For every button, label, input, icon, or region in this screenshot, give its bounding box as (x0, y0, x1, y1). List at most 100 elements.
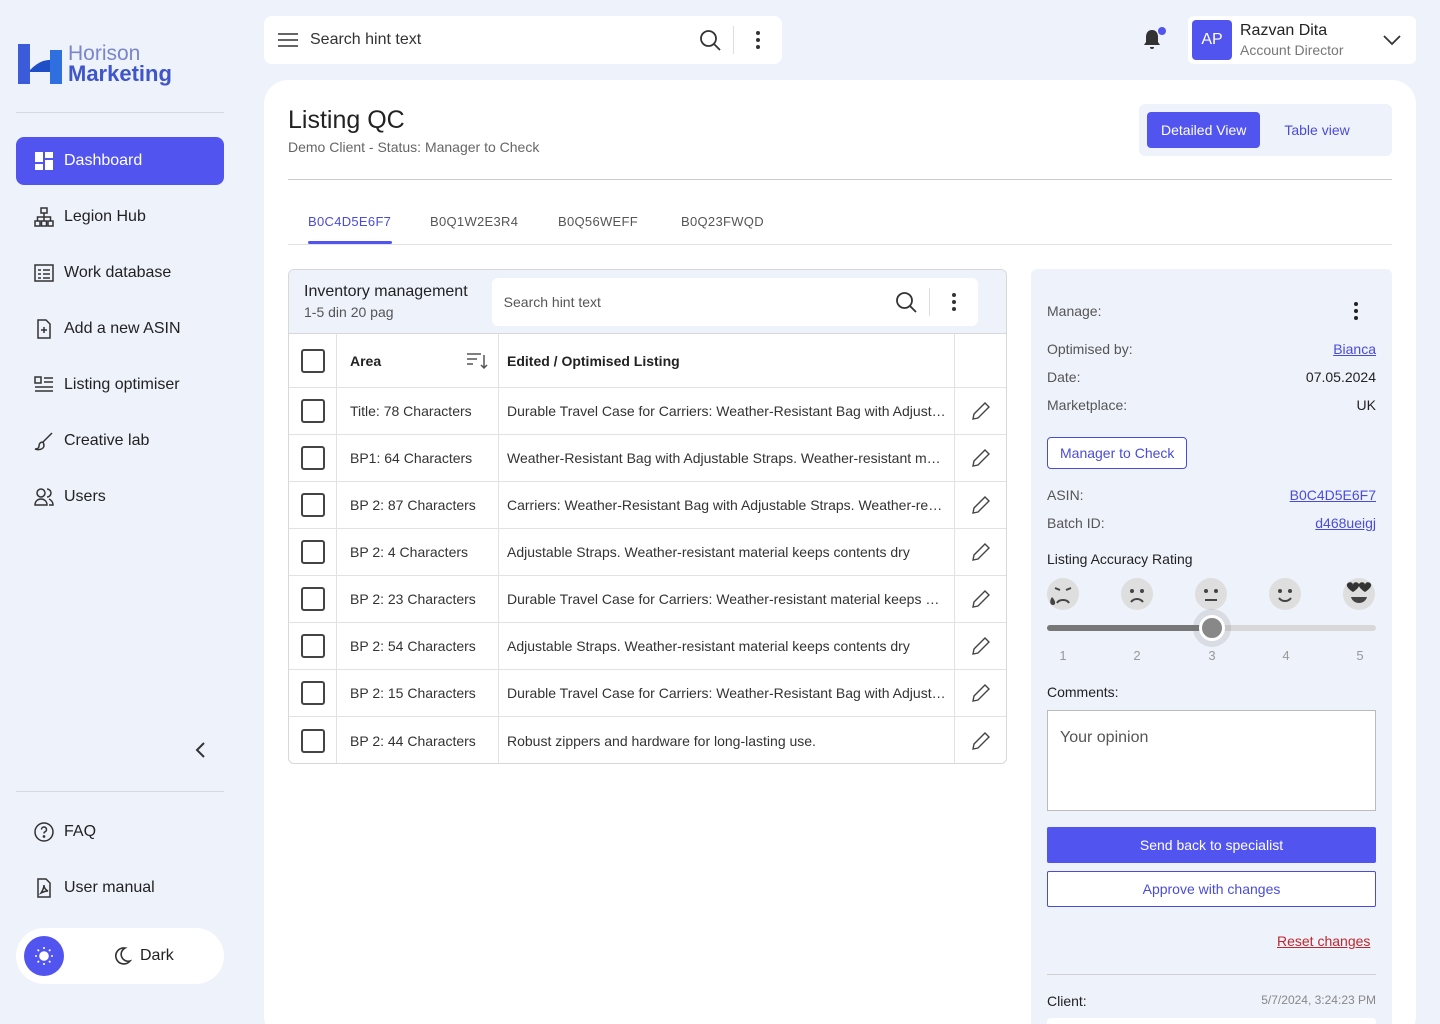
marketplace-label: Marketplace: (1047, 397, 1128, 413)
user-menu[interactable]: AP Razvan Dita Account Director (1188, 16, 1416, 64)
table-search-input[interactable]: Search hint text (504, 294, 895, 310)
sidebar-item-dashboard[interactable]: Dashboard (16, 137, 224, 185)
brand-logo[interactable]: Horison Marketing (16, 40, 172, 88)
tab-asin-3[interactable]: B0Q56WEFF (558, 214, 638, 229)
sidebar-item-faq[interactable]: FAQ (16, 808, 224, 856)
row-checkbox[interactable] (300, 587, 325, 611)
edit-button[interactable] (955, 388, 1006, 434)
sun-icon (35, 947, 53, 965)
sidebar-item-listing-optimiser[interactable]: Listing optimiser (16, 361, 224, 409)
collapse-sidebar-button[interactable] (188, 738, 212, 762)
client-timestamp: 5/7/2024, 3:24:23 PM (1261, 993, 1376, 1007)
row-checkbox[interactable] (300, 399, 325, 423)
notifications-button[interactable] (1140, 26, 1168, 52)
search-divider (928, 287, 930, 316)
rating-slider-handle[interactable] (1199, 615, 1225, 641)
sidebar-item-users[interactable]: Users (16, 473, 224, 521)
sidebar-item-label: User manual (64, 879, 155, 896)
face-heart-eyes-icon[interactable] (1342, 577, 1376, 611)
status-badge[interactable]: Manager to Check (1047, 437, 1188, 469)
pdf-icon (34, 878, 54, 898)
sidebar-item-user-manual[interactable]: User manual (16, 864, 224, 912)
comments-label: Comments: (1047, 684, 1119, 700)
detailed-view-button[interactable]: Detailed View (1147, 112, 1261, 148)
tab-asin-4[interactable]: B0Q23FWQD (681, 214, 764, 229)
sidebar-item-label: Add a new ASIN (64, 320, 181, 337)
send-back-button[interactable]: Send back to specialist (1047, 827, 1376, 863)
row-area: Title: 78 Characters (337, 388, 499, 434)
face-sad-icon[interactable] (1120, 577, 1154, 611)
sidebar-item-label: Users (64, 488, 106, 505)
search-divider (733, 26, 734, 54)
edit-button[interactable] (955, 435, 1006, 481)
table-view-button[interactable]: Table view (1270, 112, 1363, 148)
pencil-icon (971, 637, 990, 655)
table-row: Title: 78 Characters Durable Travel Case… (289, 388, 1006, 435)
sidebar-item-label: Dashboard (64, 152, 143, 169)
global-search-bar[interactable]: Search hint text (264, 16, 782, 64)
logo-mark-icon (18, 44, 62, 84)
edit-button[interactable] (955, 482, 1006, 528)
sidebar-item-label: Creative lab (64, 432, 150, 449)
help-icon (34, 822, 54, 842)
tab-asin-1[interactable]: B0C4D5E6F7 (308, 214, 391, 229)
dark-mode-button[interactable]: Dark (112, 946, 174, 966)
edit-button[interactable] (955, 670, 1006, 716)
search-icon[interactable] (895, 291, 917, 313)
row-checkbox[interactable] (300, 446, 325, 470)
global-search-input[interactable]: Search hint text (310, 31, 699, 49)
table-row: BP 2: 23 Characters Durable Travel Case … (289, 576, 1006, 623)
search-icon[interactable] (699, 29, 721, 51)
sidebar-item-creative-lab[interactable]: Creative lab (16, 417, 224, 465)
sidebar-divider (16, 791, 224, 792)
chevron-down-icon[interactable] (1382, 34, 1402, 46)
select-all-checkbox[interactable] (300, 348, 325, 373)
dashboard-icon (34, 151, 54, 171)
approve-button[interactable]: Approve with changes (1047, 871, 1376, 907)
row-checkbox[interactable] (300, 728, 325, 753)
row-checkbox[interactable] (300, 493, 325, 517)
light-mode-button[interactable] (24, 936, 64, 976)
sidebar-item-legion-hub[interactable]: Legion Hub (16, 193, 224, 241)
row-area: BP 2: 87 Characters (337, 482, 499, 528)
face-crying-icon[interactable] (1046, 577, 1080, 611)
table-search-bar[interactable]: Search hint text (491, 277, 978, 326)
optimised-by-link[interactable]: Bianca (1333, 341, 1376, 357)
comments-field[interactable] (1047, 710, 1376, 811)
batch-link[interactable]: d468ueigj (1315, 515, 1376, 531)
row-listing: Weather-Resistant Bag with Adjustable St… (507, 450, 946, 466)
row-checkbox[interactable] (300, 681, 325, 705)
hierarchy-icon (34, 207, 54, 227)
edit-button[interactable] (955, 717, 1006, 763)
edit-button[interactable] (955, 623, 1006, 669)
panel-divider (1047, 974, 1376, 975)
asin-link[interactable]: B0C4D5E6F7 (1290, 487, 1376, 503)
optimised-by-label: Optimised by: (1047, 341, 1133, 357)
menu-icon[interactable] (278, 32, 298, 48)
sort-icon[interactable] (466, 352, 488, 370)
row-checkbox[interactable] (300, 634, 325, 658)
more-vertical-icon[interactable] (942, 290, 966, 314)
sidebar-item-add-asin[interactable]: Add a new ASIN (16, 305, 224, 353)
face-neutral-icon[interactable] (1194, 577, 1228, 611)
more-vertical-icon[interactable] (746, 28, 770, 52)
manage-menu-button[interactable] (1344, 299, 1368, 323)
sidebar-divider (16, 112, 224, 113)
pencil-icon (971, 449, 990, 467)
edit-button[interactable] (955, 529, 1006, 575)
page-title: Listing QC (288, 106, 405, 134)
face-smile-icon[interactable] (1268, 577, 1302, 611)
column-header-listing: Edited / Optimised Listing (507, 352, 680, 369)
chevron-left-icon (195, 742, 205, 758)
reset-changes-link[interactable]: Reset changes (1277, 933, 1370, 949)
edit-button[interactable] (955, 576, 1006, 622)
theme-switch[interactable]: Dark (16, 928, 224, 984)
row-checkbox[interactable] (300, 540, 325, 564)
row-area: BP 2: 4 Characters (337, 529, 499, 575)
row-listing: Durable Travel Case for Carriers: Weathe… (507, 591, 946, 607)
tab-asin-2[interactable]: B0Q1W2E3R4 (430, 214, 518, 229)
sidebar-item-work-database[interactable]: Work database (16, 249, 224, 297)
row-listing: Robust zippers and hardware for long-las… (507, 732, 816, 749)
more-vertical-icon (1354, 302, 1358, 320)
pencil-icon (971, 402, 990, 420)
